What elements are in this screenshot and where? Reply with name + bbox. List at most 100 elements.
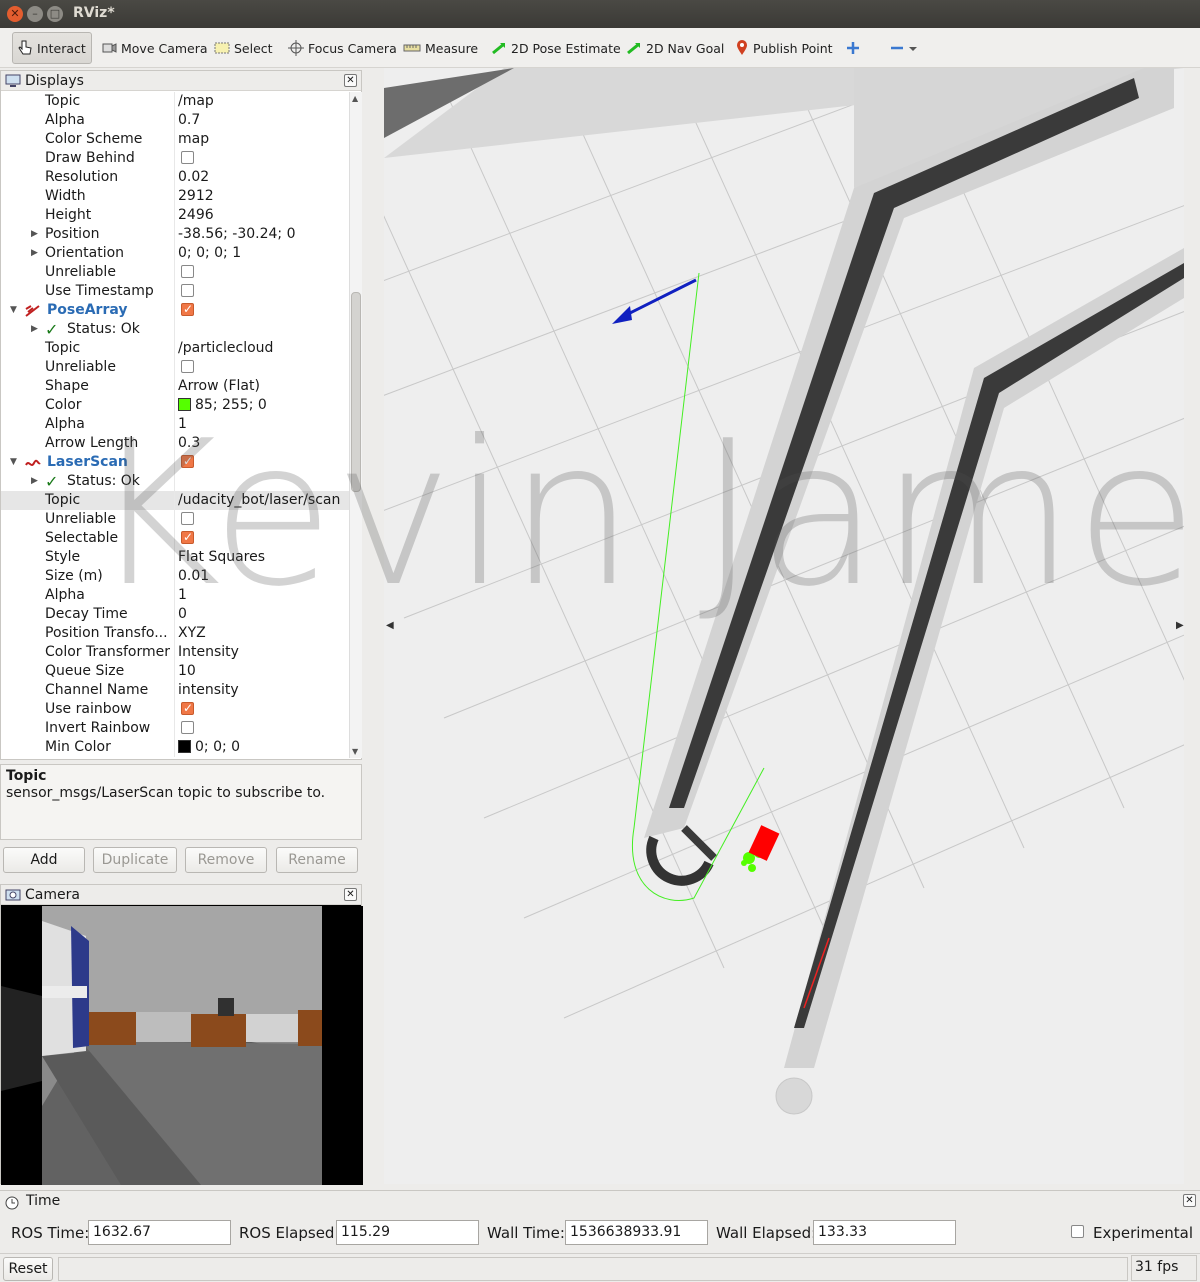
property-value[interactable] [178,282,194,301]
tree-row[interactable]: Selectable [1,528,349,548]
property-value[interactable]: 0; 0; 0; 1 [178,244,241,263]
color-swatch[interactable] [178,739,191,753]
camera-close-button[interactable]: ✕ [344,888,357,901]
tree-row[interactable]: Color Scheme map [1,130,349,149]
experimental-checkbox[interactable] [1071,1225,1084,1238]
move-camera-tool[interactable]: Move Camera [97,32,212,64]
property-value[interactable]: 1 [178,586,187,605]
tree-row[interactable]: Topic/map [1,92,349,111]
property-checkbox[interactable] [181,264,194,278]
property-value[interactable] [178,510,194,529]
property-value[interactable] [178,263,194,282]
tree-row[interactable]: Use rainbow [1,699,349,719]
property-value[interactable]: -38.56; -30.24; 0 [178,225,296,244]
tree-row[interactable]: Color Transformer Intensity [1,643,349,662]
tree-row[interactable]: ▶ Position -38.56; -30.24; 0 [1,225,349,244]
property-value[interactable]: Intensity [178,643,239,662]
property-value[interactable]: 0.01 [178,567,209,586]
property-checkbox[interactable] [181,528,194,547]
property-checkbox[interactable] [181,452,194,471]
nav-goal-tool[interactable]: 2D Nav Goal [622,32,728,64]
tree-row[interactable]: ▼ PoseArray [1,300,349,320]
time-close-button[interactable]: ✕ [1183,1194,1196,1207]
property-value[interactable] [178,149,194,168]
property-value[interactable]: /map [178,92,214,111]
ros-time-field[interactable]: 1632.67 [88,1220,231,1245]
wall-elapsed-field[interactable]: 133.33 [813,1220,956,1245]
property-value[interactable]: XYZ [178,624,206,643]
tree-row[interactable]: Color 85; 255; 0 [1,396,349,415]
right-collapse-arrow[interactable]: ▶ [1176,620,1184,631]
property-checkbox[interactable] [181,511,194,525]
property-checkbox[interactable] [181,699,194,718]
add-tool-button[interactable] [842,32,868,64]
tree-row[interactable]: Min Color 0; 0; 0 [1,738,349,757]
tree-row[interactable]: Draw Behind [1,149,349,168]
collapse-arrow-icon[interactable]: ▼ [10,301,17,320]
window-close-button[interactable]: ✕ [7,6,23,22]
expand-arrow-icon[interactable]: ▶ [31,320,38,339]
property-checkbox[interactable] [181,150,194,164]
tree-row[interactable]: Queue Size 10 [1,662,349,681]
wall-time-field[interactable]: 1536638933.91 [565,1220,708,1245]
tree-row[interactable]: Width 2912 [1,187,349,206]
tree-row[interactable]: Arrow Length 0.3 [1,434,349,453]
property-checkbox[interactable] [181,300,194,319]
property-value[interactable] [178,358,194,377]
tree-row[interactable]: Unreliable [1,510,349,529]
tree-row[interactable]: ▶ Status: Ok ✓ [1,320,349,339]
tree-row[interactable]: Size (m) 0.01 [1,567,349,586]
tree-row[interactable]: ▶ Orientation 0; 0; 0; 1 [1,244,349,263]
property-value[interactable]: 10 [178,662,196,681]
remove-tool-button[interactable] [886,32,926,64]
left-collapse-arrow[interactable]: ◀ [386,620,394,631]
property-checkbox[interactable] [181,359,194,373]
property-value[interactable]: 2912 [178,187,214,206]
window-maximize-button[interactable]: □ [47,6,63,22]
ros-elapsed-field[interactable]: 115.29 [336,1220,479,1245]
property-value[interactable] [178,452,194,472]
duplicate-button[interactable]: Duplicate [93,847,177,873]
property-value[interactable]: intensity [178,681,239,700]
tree-row[interactable]: Alpha 1 [1,415,349,434]
property-value[interactable]: 85; 255; 0 [178,396,267,415]
tree-row[interactable]: Topic/particlecloud [1,339,349,358]
tree-row[interactable]: Position Transfo... XYZ [1,624,349,643]
tree-scroll-thumb[interactable] [351,292,361,492]
expand-arrow-icon[interactable]: ▶ [31,244,38,263]
expand-arrow-icon[interactable]: ▶ [31,225,38,244]
tree-row[interactable]: Alpha 1 [1,586,349,605]
property-value[interactable]: Arrow (Flat) [178,377,260,396]
tree-scrollbar[interactable]: ▲ ▼ [349,92,362,758]
property-value[interactable]: 1 [178,415,187,434]
property-value[interactable] [178,300,194,320]
tree-row[interactable]: Invert Rainbow [1,719,349,738]
tree-row[interactable]: ▼ LaserScan [1,452,349,472]
property-value[interactable]: Flat Squares [178,548,265,567]
property-value[interactable]: 0 [178,605,187,624]
property-value[interactable]: 2496 [178,206,214,225]
3d-render-view[interactable]: ◀ ▶ [384,68,1184,1184]
reset-button[interactable]: Reset [3,1257,53,1281]
interact-tool[interactable]: Interact [12,32,92,64]
rename-button[interactable]: Rename [276,847,358,873]
property-value[interactable]: /udacity_bot/laser/scan [178,491,340,510]
add-button[interactable]: Add [3,847,85,873]
expand-arrow-icon[interactable]: ▶ [31,472,38,491]
pose-estimate-tool[interactable]: 2D Pose Estimate [487,32,625,64]
tree-row[interactable]: Use Timestamp [1,282,349,301]
select-tool[interactable]: Select [210,32,277,64]
collapse-arrow-icon[interactable]: ▼ [10,453,17,472]
publish-point-tool[interactable]: Publish Point [731,32,837,64]
tree-row[interactable]: Channel Name intensity [1,681,349,700]
property-value[interactable]: 0; 0; 0 [178,738,240,757]
window-minimize-button[interactable]: – [27,6,43,22]
property-value[interactable] [178,719,194,738]
displays-close-button[interactable]: ✕ [344,74,357,87]
tree-row[interactable]: Topic/udacity_bot/laser/scan [1,491,349,510]
tree-row[interactable]: Height 2496 [1,206,349,225]
property-value[interactable] [178,528,194,548]
property-value[interactable]: /particlecloud [178,339,273,358]
property-checkbox[interactable] [181,283,194,297]
measure-tool[interactable]: Measure [399,32,482,64]
